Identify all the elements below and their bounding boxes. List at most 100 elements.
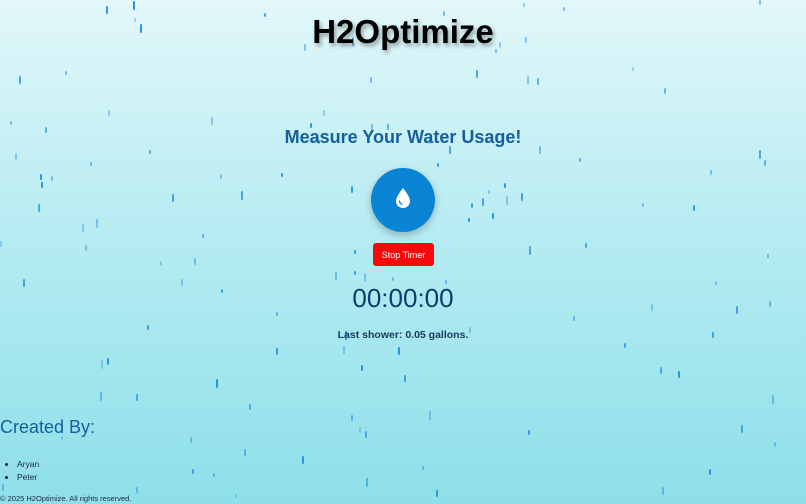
raindrop [710,170,712,175]
raindrop [471,203,473,208]
raindrop [220,174,222,179]
raindrop [133,1,135,10]
raindrop [335,272,337,280]
raindrop [422,466,424,470]
raindrop [709,469,711,475]
raindrop [759,150,761,159]
last-shower-text: Last shower: 0.05 gallons. [337,329,469,341]
raindrop [579,158,581,162]
raindrop [96,219,98,228]
footer-copyright: © 2025 H2Optimize. All rights reserved. [0,494,132,503]
raindrop [365,431,367,438]
raindrop [437,163,439,167]
raindrop [302,456,304,464]
raindrop [192,469,194,474]
raindrop [492,213,494,219]
raindrop [216,379,218,388]
raindrop [107,358,109,365]
raindrop [521,193,523,201]
raindrop [527,76,529,84]
raindrop [772,395,774,404]
raindrop [202,234,204,238]
raindrop [563,7,565,11]
raindrop [194,258,196,265]
raindrop [51,176,53,181]
raindrop [90,162,92,166]
raindrop [468,218,470,222]
raindrop [354,250,356,254]
raindrop [211,117,213,125]
raindrop [632,67,634,71]
timer-display: 00:00:00 [352,283,454,313]
page-heading: Measure Your Water Usage! [284,127,522,147]
raindrop [404,375,406,382]
raindrop [488,190,490,194]
raindrop [364,273,366,282]
raindrop [343,346,345,354]
raindrop [213,473,215,477]
raindrop [10,121,12,125]
raindrop [82,224,84,232]
raindrop [281,173,283,177]
raindrop [136,487,138,493]
raindrop [436,490,438,497]
raindrop [585,243,587,248]
raindrop [108,110,110,116]
raindrop [190,437,192,443]
raindrop [664,88,666,94]
raindrop [660,367,662,374]
raindrop [523,3,525,7]
raindrop [642,203,644,207]
raindrop [361,365,363,371]
water-drop-icon [393,187,413,214]
raindrop [149,150,151,154]
stop-timer-button[interactable]: Stop Timer [373,243,434,266]
raindrop [678,371,680,378]
raindrop [506,196,508,205]
raindrop [38,204,40,212]
raindrop [767,254,769,258]
raindrop [359,427,361,433]
credits-list: Aryan Peter [0,458,39,483]
raindrop [65,71,67,75]
raindrop [366,478,368,487]
raindrop [85,245,87,251]
raindrop [354,271,356,275]
raindrop [759,0,761,5]
raindrop [573,316,575,321]
credit-name: Aryan [17,458,39,471]
raindrop [40,174,42,180]
raindrop [529,246,531,255]
raindrop [15,153,17,160]
raindrop [19,76,21,84]
raindrop [235,494,237,498]
raindrop [249,404,251,410]
raindrop [693,205,695,211]
raindrop [528,430,530,435]
raindrop [351,415,353,421]
raindrop [537,78,539,85]
raindrop [392,277,394,281]
raindrop [0,241,2,247]
raindrop [323,110,325,116]
raindrop [2,484,4,491]
raindrop [429,411,431,420]
raindrop [244,449,246,456]
raindrop [370,77,372,83]
raindrop [41,182,43,188]
raindrop [136,394,138,401]
raindrop [172,194,174,202]
raindrop [504,183,506,188]
raindrop [764,160,766,166]
raindrop [100,392,102,401]
raindrop [774,442,776,447]
app-title: H2Optimize [312,13,494,50]
raindrop [662,487,664,495]
raindrop [741,425,743,433]
raindrop [276,348,278,355]
raindrop [398,347,400,355]
raindrop [241,191,243,200]
raindrop [476,70,478,78]
credit-name: Peter [17,471,39,484]
water-drop-button[interactable] [371,168,435,232]
